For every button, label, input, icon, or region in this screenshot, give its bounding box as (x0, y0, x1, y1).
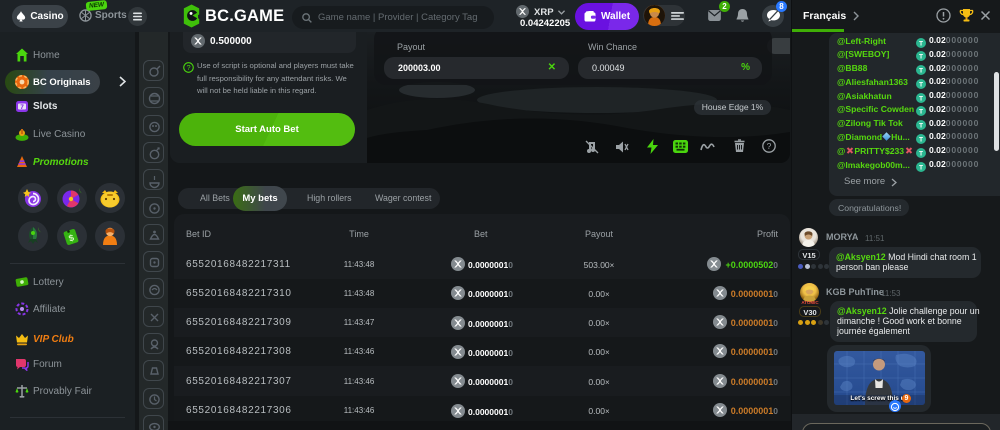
svg-text:T: T (919, 109, 923, 116)
svg-text:T: T (919, 67, 923, 74)
svg-text:T: T (919, 54, 923, 61)
svg-text:T: T (919, 123, 923, 130)
svg-text:T: T (919, 164, 923, 171)
svg-text:T: T (919, 81, 923, 88)
svg-text:T: T (919, 40, 923, 47)
svg-text:?: ? (186, 63, 190, 72)
svg-text:T: T (919, 95, 923, 102)
svg-text:T: T (919, 150, 923, 157)
svg-text:?: ? (767, 141, 772, 151)
svg-text:T: T (919, 136, 923, 143)
svg-text:7: 7 (20, 104, 24, 111)
